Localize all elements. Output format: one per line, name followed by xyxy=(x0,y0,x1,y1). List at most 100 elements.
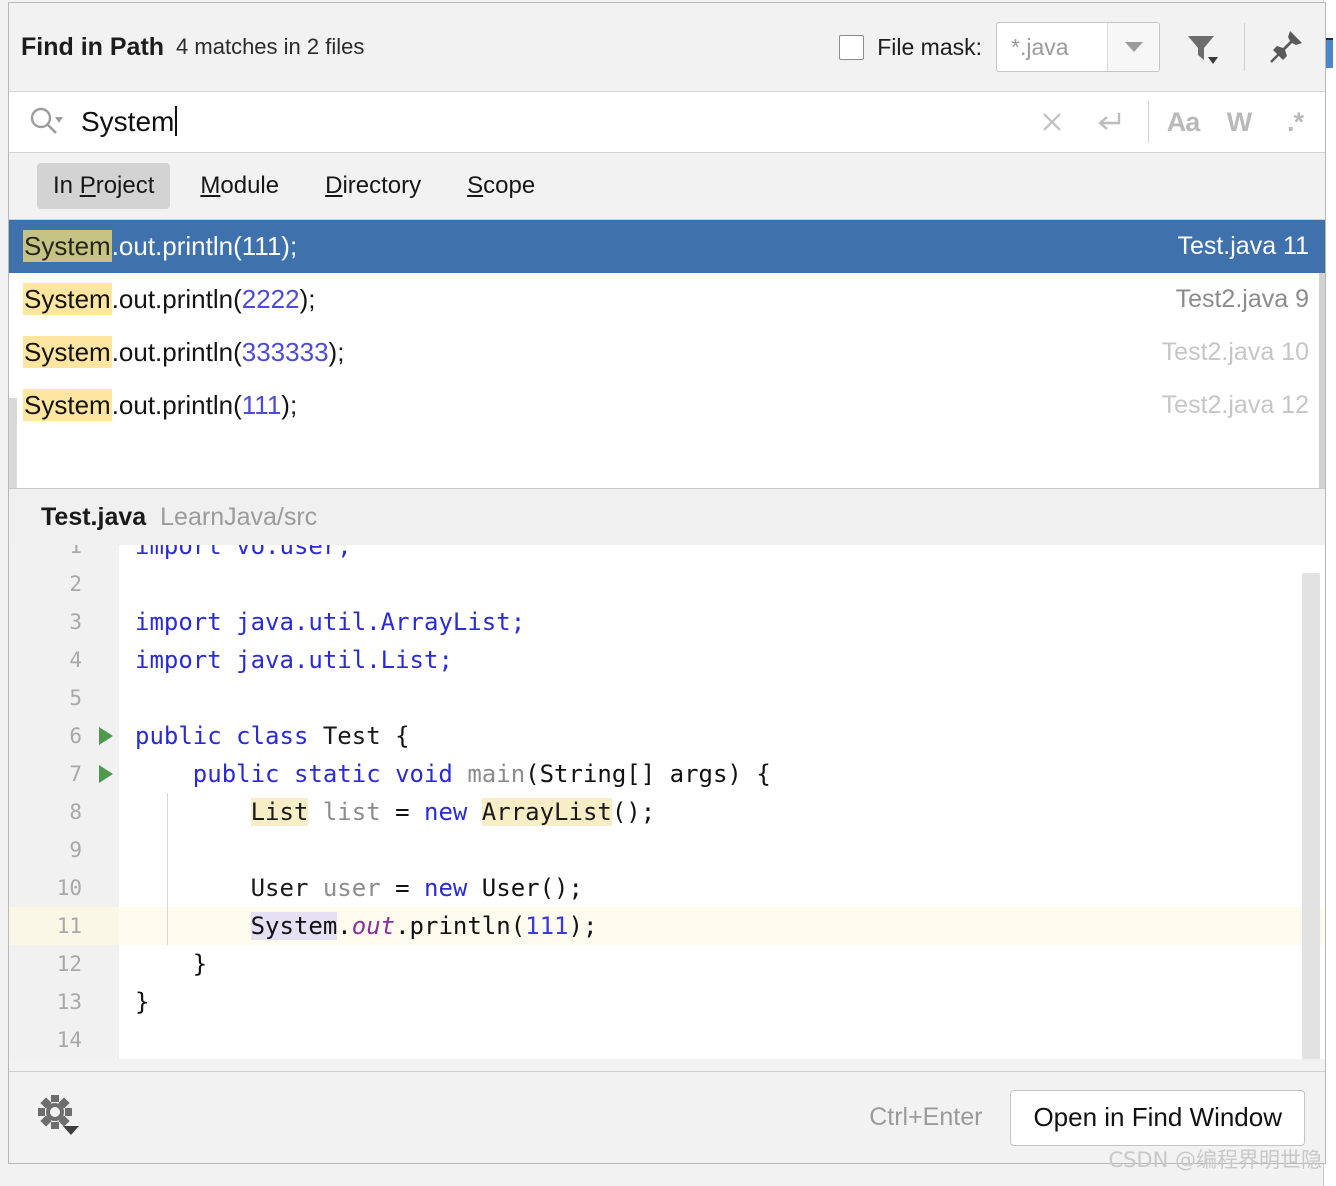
code-line: 6 public class Test { xyxy=(9,717,1325,755)
open-in-find-window-button[interactable]: Open in Find Window xyxy=(1010,1089,1305,1146)
line-number: 10 xyxy=(9,869,93,907)
code-field-out: out xyxy=(351,912,396,940)
search-input[interactable]: System xyxy=(81,106,178,138)
code-type-arraylist: ArrayList xyxy=(481,798,612,826)
result-number: 333333 xyxy=(241,337,329,367)
gutter-marker xyxy=(93,793,119,831)
code-text: public static void main(String[] args) { xyxy=(119,760,771,788)
pin-icon[interactable] xyxy=(1263,24,1309,70)
search-row: System Aa W .* xyxy=(9,91,1325,153)
indent-guide xyxy=(167,793,168,831)
code-keyword: new xyxy=(424,798,482,826)
code-text: import java.util.List; xyxy=(119,646,453,674)
table-row[interactable]: System.out.println(111); Test2.java 12 xyxy=(9,379,1325,432)
result-number: 111 xyxy=(241,390,282,420)
new-line-icon[interactable] xyxy=(1086,100,1130,144)
result-after: ); xyxy=(328,337,345,367)
file-mask-label: File mask: xyxy=(877,33,982,60)
result-code-line: System.out.println(2222); xyxy=(23,283,316,315)
code-text: User user = new User(); xyxy=(119,874,583,902)
result-file-location: Test.java 11 xyxy=(1177,232,1309,260)
tab-in-project-suffix: roject xyxy=(95,172,155,199)
filter-icon[interactable] xyxy=(1178,24,1224,70)
file-mask-input[interactable]: *.java xyxy=(997,23,1107,71)
code-method-println: .println( xyxy=(395,912,526,940)
result-mid: .out.println( xyxy=(111,390,242,420)
chevron-down-icon[interactable] xyxy=(1107,23,1159,71)
tab-in-project-prefix: In xyxy=(53,172,80,199)
code-preview-scrollbar[interactable] xyxy=(1302,573,1320,1065)
code-package: java.util.List; xyxy=(221,646,453,674)
code-text: System.out.println(111); xyxy=(119,912,597,940)
result-match: System xyxy=(23,283,112,315)
code-package: vo.user; xyxy=(221,545,352,560)
result-code-line: System.out.println(111); xyxy=(23,230,298,262)
code-keyword: new xyxy=(424,874,482,902)
result-code-line: System.out.println(111); xyxy=(23,389,298,421)
gear-icon[interactable] xyxy=(33,1090,89,1146)
search-results-list[interactable]: System.out.println(111); Test.java 11 Sy… xyxy=(9,219,1325,488)
gutter-marker xyxy=(93,945,119,983)
preview-file-name: Test.java xyxy=(41,502,147,531)
match-case-icon[interactable]: Aa xyxy=(1161,100,1205,144)
indent-guide xyxy=(167,907,168,945)
code-preview[interactable]: 1 import vo.user; 2 3 import java.util.A… xyxy=(9,545,1325,1071)
code-package: java.util.ArrayList; xyxy=(221,608,526,636)
result-file-location: Test2.java 12 xyxy=(1161,391,1309,419)
run-class-icon[interactable] xyxy=(93,717,119,755)
header-divider xyxy=(1244,23,1245,71)
whole-words-icon[interactable]: W xyxy=(1217,100,1261,144)
file-mask-checkbox[interactable] xyxy=(839,34,865,60)
table-row[interactable]: System.out.println(333333); Test2.java 1… xyxy=(9,326,1325,379)
gutter-marker xyxy=(93,1021,119,1059)
results-scrollbar-left[interactable] xyxy=(9,398,17,488)
text-caret xyxy=(175,106,178,136)
result-number: 2222 xyxy=(241,284,300,314)
gear-dropdown-icon[interactable] xyxy=(63,1125,79,1135)
line-number: 4 xyxy=(9,641,93,679)
run-method-icon[interactable] xyxy=(93,755,119,793)
gutter-marker xyxy=(93,603,119,641)
result-after: ); xyxy=(281,390,298,420)
tab-module[interactable]: Module xyxy=(184,163,295,209)
code-text: public class Test { xyxy=(119,722,410,750)
code-signature: (String[] args) { xyxy=(525,760,771,788)
tab-in-project[interactable]: In Project xyxy=(37,163,171,209)
tab-scope[interactable]: Scope xyxy=(451,163,551,209)
result-file-location: Test2.java 10 xyxy=(1161,338,1309,366)
tab-module-mnemonic: M xyxy=(200,172,221,199)
code-keyword: import xyxy=(135,646,222,674)
close-icon[interactable] xyxy=(1030,100,1074,144)
search-icon[interactable] xyxy=(25,102,65,142)
code-variable: user xyxy=(308,874,396,902)
ide-background-marker xyxy=(1326,40,1333,68)
gutter-marker xyxy=(93,565,119,603)
line-number: 12 xyxy=(9,945,93,983)
table-row[interactable]: System.out.println(2222); Test2.java 9 xyxy=(9,273,1325,326)
code-brace: { xyxy=(380,722,410,750)
regex-icon[interactable]: .* xyxy=(1273,100,1317,144)
line-number: 8 xyxy=(9,793,93,831)
table-row[interactable]: System.out.println(111); Test.java 11 xyxy=(9,220,1325,273)
result-after: ); xyxy=(281,231,298,261)
code-end: (); xyxy=(611,798,656,826)
tab-directory-mnemonic: D xyxy=(325,172,343,199)
result-mid: .out.println( xyxy=(111,231,242,261)
code-line: 9 xyxy=(9,831,1325,869)
tab-module-suffix: odule xyxy=(220,172,280,199)
code-text: List list = new ArrayList(); xyxy=(119,798,655,826)
result-mid: .out.println( xyxy=(111,337,242,367)
tab-scope-suffix: cope xyxy=(483,172,536,199)
code-line: 10 User user = new User(); xyxy=(9,869,1325,907)
results-scrollbar[interactable] xyxy=(1319,273,1325,488)
code-keyword: import xyxy=(135,608,222,636)
tab-directory[interactable]: Directory xyxy=(309,163,437,209)
code-text: } xyxy=(119,988,149,1016)
line-number: 5 xyxy=(9,679,93,717)
file-mask-combo[interactable]: *.java xyxy=(996,22,1160,72)
result-code-line: System.out.println(333333); xyxy=(23,336,345,368)
line-number: 13 xyxy=(9,983,93,1021)
tab-in-project-mnemonic: P xyxy=(79,172,96,199)
code-line-highlighted: 11 System.out.println(111); xyxy=(9,907,1325,945)
